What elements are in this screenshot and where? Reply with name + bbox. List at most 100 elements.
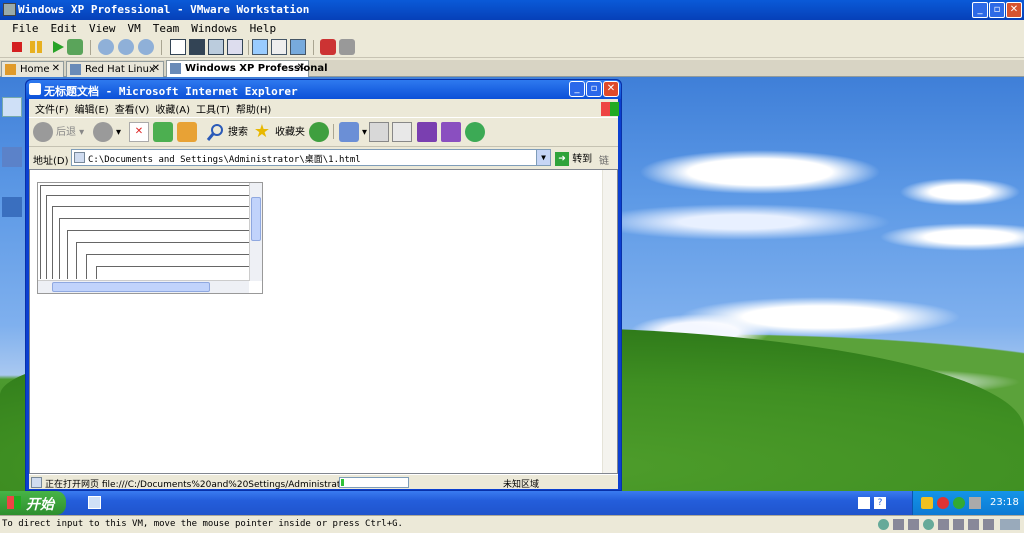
frame-v-thumb[interactable] (251, 197, 261, 241)
minimize-button[interactable]: _ (972, 2, 988, 18)
menu-vm[interactable]: VM (128, 22, 141, 35)
menu-edit[interactable]: Edit (51, 22, 78, 35)
star-icon: ★ (253, 121, 271, 142)
ie-menu-favorites[interactable]: 收藏(A) (155, 101, 190, 116)
mail-icon (339, 122, 359, 142)
scrollable-frame[interactable] (37, 182, 263, 294)
ie-maximize-button[interactable]: ▫ (586, 81, 602, 97)
onenote-send-button[interactable] (441, 122, 464, 144)
ie-taskbar-icon[interactable] (88, 496, 101, 509)
stop-icon: ✕ (129, 122, 149, 142)
messenger-button[interactable] (465, 122, 488, 144)
history-button[interactable] (309, 122, 332, 144)
ie-address-bar: 地址(D) C:\Documents and Settings\Administ… (29, 148, 618, 182)
frame-h-thumb[interactable] (52, 282, 210, 292)
home-button[interactable] (177, 122, 200, 144)
record-icon[interactable] (320, 39, 336, 55)
address-input[interactable]: C:\Documents and Settings\Administrator\… (71, 149, 551, 166)
console-view-icon[interactable] (252, 39, 268, 55)
close-icon[interactable]: ✕ (297, 62, 305, 73)
ie-menu-help[interactable]: 帮助(H) (236, 101, 271, 116)
refresh-button[interactable] (153, 122, 176, 144)
replay-icon[interactable] (339, 39, 355, 55)
desktop-icon[interactable] (2, 97, 22, 117)
edit-button[interactable] (392, 122, 415, 144)
frame-horizontal-scrollbar[interactable] (38, 280, 249, 293)
summary-view-icon[interactable] (227, 39, 243, 55)
desktop-icon[interactable] (2, 147, 22, 167)
device-icon[interactable] (983, 519, 994, 530)
print-button[interactable] (369, 122, 392, 144)
suspend-icon[interactable] (30, 41, 42, 53)
onenote-button[interactable] (417, 122, 440, 144)
tray-alert-icon[interactable] (937, 497, 949, 509)
ie-status-bar: 正在打开网页 file:///C:/Documents%20and%20Sett… (29, 474, 618, 490)
ie-window-title: 无标题文档 - Microsoft Internet Explorer (44, 85, 298, 98)
desktop-icon[interactable] (2, 197, 22, 217)
sidebar-icon[interactable] (170, 39, 186, 55)
close-icon[interactable]: ✕ (52, 63, 60, 74)
address-dropdown-icon[interactable]: ▼ (536, 150, 550, 165)
device-icon[interactable] (878, 519, 889, 530)
host-toolbar (0, 37, 1024, 58)
close-icon[interactable]: ✕ (152, 63, 160, 74)
maximize-button[interactable]: ▫ (989, 2, 1005, 18)
host-title-bar: Windows XP Professional - VMware Worksta… (0, 0, 1024, 20)
security-shield-icon[interactable] (921, 497, 933, 509)
power-off-icon[interactable] (12, 42, 22, 52)
ie-window: 无标题文档 - Microsoft Internet Explorer _ ▫ … (25, 79, 622, 491)
page-vertical-scrollbar[interactable] (602, 170, 617, 473)
tab-windows-xp[interactable]: Windows XP Professional ✕ (166, 60, 328, 77)
address-label: 地址(D) (33, 156, 69, 167)
mail-button[interactable]: ▾ (339, 122, 367, 144)
ie-close-button[interactable]: ✕ (603, 81, 619, 97)
stop-button[interactable]: ✕ (129, 122, 152, 144)
menu-help[interactable]: Help (250, 22, 277, 35)
device-icon[interactable] (968, 519, 979, 530)
snapshot-icon[interactable] (98, 39, 114, 55)
tray-volume-icon[interactable] (969, 497, 981, 509)
favorites-button[interactable]: ★ 收藏夹 (252, 122, 305, 144)
device-icon[interactable] (938, 519, 949, 530)
device-icon[interactable] (953, 519, 964, 530)
tray-network-icon[interactable] (953, 497, 965, 509)
ie-menu-tools[interactable]: 工具(T) (196, 101, 230, 116)
snapshot-manager-icon[interactable] (138, 39, 154, 55)
tab-red-hat-linux[interactable]: Red Hat Linux ✕ (66, 61, 164, 77)
page-content[interactable] (29, 169, 618, 474)
close-button[interactable]: ✕ (1006, 2, 1022, 18)
start-button[interactable]: 开始 (0, 491, 66, 515)
print-icon (369, 122, 389, 142)
revert-snapshot-icon[interactable] (118, 39, 134, 55)
tab-home[interactable]: Home ✕ (1, 61, 64, 77)
menu-file[interactable]: File (12, 22, 39, 35)
forward-button[interactable]: ▾ (93, 122, 121, 144)
ie-menu-file[interactable]: 文件(F) (35, 101, 69, 116)
reset-icon[interactable] (67, 39, 83, 55)
guest-taskbar: 开始 ? 23:18 (0, 491, 1024, 515)
quick-switch-icon[interactable] (208, 39, 224, 55)
appliance-view-icon[interactable] (271, 39, 287, 55)
back-button[interactable]: 后退 ▾ (33, 122, 84, 144)
progress-fill (341, 479, 344, 486)
message-log-icon[interactable] (1000, 519, 1020, 530)
menu-windows[interactable]: Windows (191, 22, 237, 35)
help-icon[interactable]: ? (874, 497, 886, 509)
go-button[interactable]: ➜ 转到 (555, 150, 592, 166)
menu-team[interactable]: Team (153, 22, 180, 35)
power-on-icon[interactable] (50, 39, 66, 55)
menu-view[interactable]: View (89, 22, 116, 35)
device-icon[interactable] (923, 519, 934, 530)
favorites-label: 收藏夹 (275, 127, 305, 138)
device-icon[interactable] (908, 519, 919, 530)
ie-minimize-button[interactable]: _ (569, 81, 585, 97)
search-button[interactable]: 搜索 (205, 122, 248, 144)
device-icon[interactable] (893, 519, 904, 530)
full-screen-icon[interactable] (189, 39, 205, 55)
ie-menu-view[interactable]: 查看(V) (115, 101, 150, 116)
security-zone: 未知区域 (503, 480, 540, 490)
unity-icon[interactable] (290, 39, 306, 55)
ie-menu-edit[interactable]: 编辑(E) (75, 101, 109, 116)
frame-vertical-scrollbar[interactable] (249, 183, 262, 281)
language-bar-icon[interactable] (858, 497, 870, 509)
